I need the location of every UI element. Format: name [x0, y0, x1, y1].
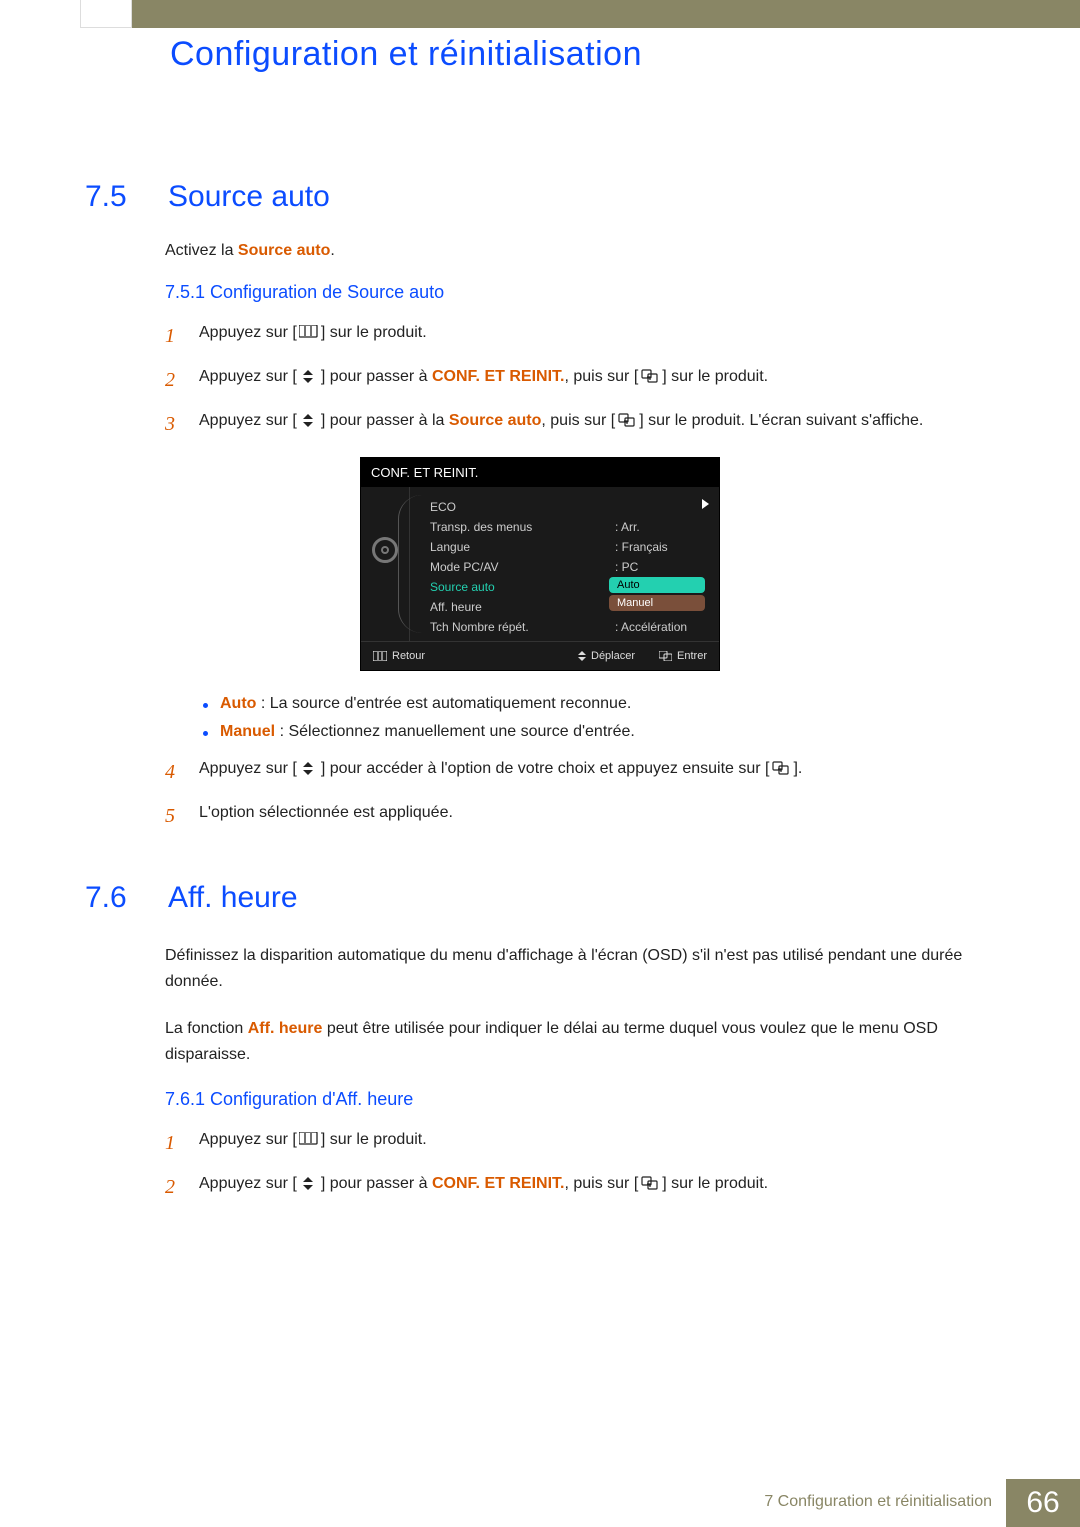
bullet-dot-icon — [203, 703, 208, 708]
updown-icon — [299, 367, 319, 391]
page-number: 66 — [1006, 1479, 1080, 1527]
step-4: 4 Appuyez sur [] pour accéder à l'option… — [165, 757, 995, 787]
step-5: 5 L'option sélectionnée est appliquée. — [165, 801, 995, 831]
osd-row-pcav: Mode PC/AV: PC — [414, 557, 705, 577]
osd-arc-decor — [398, 495, 422, 633]
step-text: Appuyez sur [] pour passer à CONF. ET RE… — [199, 1172, 768, 1202]
content: 7.5 Source auto Activez la Source auto. … — [85, 180, 995, 1216]
step-number: 2 — [165, 1172, 183, 1202]
footer-chapter-label: 7 Configuration et réinitialisation — [764, 1479, 1006, 1527]
step-number: 1 — [165, 321, 183, 351]
updown-icon — [578, 651, 586, 661]
step-2: 2 Appuyez sur [] pour passer à CONF. ET … — [165, 365, 995, 395]
section-heading-75: 7.5 Source auto — [85, 180, 995, 214]
section-title: Aff. heure — [168, 881, 298, 915]
bullet-list: Auto : La source d'entrée est automatiqu… — [203, 695, 995, 741]
osd-option-manuel: Manuel — [609, 595, 705, 611]
step-2b: 2 Appuyez sur [] pour passer à CONF. ET … — [165, 1172, 995, 1202]
subheading-751: 7.5.1 Configuration de Source auto — [165, 282, 995, 303]
osd-footer: Retour Déplacer Entrer — [361, 641, 719, 670]
footer: 7 Configuration et réinitialisation 66 — [0, 1479, 1080, 1527]
highlight-aff-heure: Aff. heure — [248, 1020, 323, 1037]
chapter-title: Configuration et réinitialisation — [170, 35, 642, 74]
step-text: L'option sélectionnée est appliquée. — [199, 801, 453, 831]
text: Activez la — [165, 242, 238, 259]
bullet-manuel: Manuel : Sélectionnez manuellement une s… — [203, 723, 995, 741]
step-text: Appuyez sur [] pour passer à la Source a… — [199, 409, 923, 439]
bullet-auto: Auto : La source d'entrée est automatiqu… — [203, 695, 995, 713]
menu-icon — [299, 1130, 319, 1154]
enter-icon — [659, 651, 672, 661]
para-76-1: Définissez la disparition automatique du… — [165, 943, 995, 994]
enter-icon — [640, 1174, 660, 1198]
page: Configuration et réinitialisation 7.5 So… — [0, 0, 1080, 1527]
step-number: 4 — [165, 757, 183, 787]
osd-options-popup: Auto Manuel — [609, 577, 705, 611]
section-title: Source auto — [168, 180, 330, 214]
highlight-conf-reinit: CONF. ET REINIT. — [432, 368, 564, 385]
highlight-conf-reinit: CONF. ET REINIT. — [432, 1175, 564, 1192]
osd-footer-retour: Retour — [373, 650, 425, 662]
section-heading-76: 7.6 Aff. heure — [85, 881, 995, 915]
step-number: 3 — [165, 409, 183, 439]
osd-row-transp: Transp. des menus: Arr. — [414, 517, 705, 537]
osd-title: CONF. ET REINIT. — [361, 458, 719, 487]
highlight-source-auto: Source auto — [238, 242, 330, 259]
enter-icon — [771, 759, 791, 783]
step-text: Appuyez sur [] sur le produit. — [199, 1128, 427, 1158]
enter-icon — [640, 367, 660, 391]
step-number: 5 — [165, 801, 183, 831]
osd-row-tch: Tch Nombre répét.: Accélération — [414, 617, 705, 637]
step-1b: 1 Appuyez sur [] sur le produit. — [165, 1128, 995, 1158]
step-text: Appuyez sur [] sur le produit. — [199, 321, 427, 351]
step-number: 1 — [165, 1128, 183, 1158]
osd-footer-entrer: Entrer — [659, 650, 707, 662]
step-text: Appuyez sur [] pour accéder à l'option d… — [199, 757, 802, 787]
updown-icon — [299, 759, 319, 783]
osd-panel: CONF. ET REINIT. ECO Transp. des menus: … — [360, 457, 720, 671]
bullet-dot-icon — [203, 731, 208, 736]
subheading-761: 7.6.1 Configuration d'Aff. heure — [165, 1089, 995, 1110]
menu-icon — [373, 651, 387, 661]
bullet-label: Auto — [220, 695, 256, 712]
updown-icon — [299, 411, 319, 435]
step-number: 2 — [165, 365, 183, 395]
osd-body: ECO Transp. des menus: Arr. Langue: Fran… — [361, 487, 719, 641]
step-text: Appuyez sur [] pour passer à CONF. ET RE… — [199, 365, 768, 395]
enter-icon — [617, 411, 637, 435]
step-1: 1 Appuyez sur [] sur le produit. — [165, 321, 995, 351]
osd-row-source: Source auto : Auto Manuel — [414, 577, 705, 597]
highlight-source-auto: Source auto — [449, 412, 541, 429]
osd-footer-deplacer: Déplacer — [578, 650, 635, 662]
osd-menu-list: ECO Transp. des menus: Arr. Langue: Fran… — [409, 487, 719, 641]
bullet-text: : La source d'entrée est automatiquement… — [256, 695, 631, 712]
osd-option-auto: Auto — [609, 577, 705, 593]
bullet-label: Manuel — [220, 723, 275, 740]
osd-screenshot: CONF. ET REINIT. ECO Transp. des menus: … — [85, 457, 995, 671]
section-number: 7.5 — [85, 180, 140, 214]
header-tab — [80, 0, 132, 28]
header-band — [132, 0, 1080, 28]
gear-icon — [372, 537, 398, 563]
para-76-2: La fonction Aff. heure peut être utilisé… — [165, 1016, 995, 1067]
section-number: 7.6 — [85, 881, 140, 915]
text: . — [330, 242, 334, 259]
osd-row-eco: ECO — [414, 497, 705, 517]
osd-row-langue: Langue: Français — [414, 537, 705, 557]
menu-icon — [299, 323, 319, 347]
updown-icon — [299, 1174, 319, 1198]
intro-75: Activez la Source auto. — [165, 242, 995, 260]
bullet-text: : Sélectionnez manuellement une source d… — [275, 723, 635, 740]
submenu-arrow-icon — [702, 499, 709, 509]
step-3: 3 Appuyez sur [] pour passer à la Source… — [165, 409, 995, 439]
osd-popup: : Auto Manuel — [615, 580, 705, 594]
